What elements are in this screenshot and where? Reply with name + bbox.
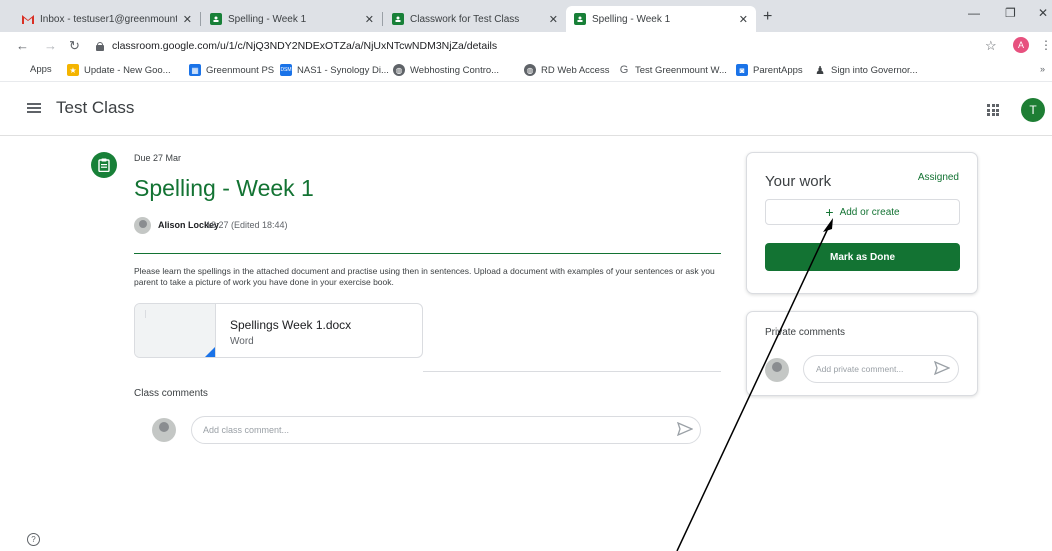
governor-icon: ♟: [815, 64, 825, 77]
plus-icon: +: [825, 204, 834, 220]
browser-toolbar: ← → ↻ classroom.google.com/u/1/c/NjQ3NDY…: [0, 32, 1052, 60]
add-or-create-label: Add or create: [839, 206, 900, 218]
assignment-icon: [91, 152, 117, 178]
attachment-card[interactable]: Spellings Week 1.docx Word: [134, 303, 423, 358]
tab-title: Classwork for Test Class: [410, 13, 520, 25]
parentapps-icon: ◙: [736, 64, 748, 76]
comments-divider: [423, 371, 721, 372]
apps-grid-icon: [14, 64, 25, 75]
assignment-title: Spelling - Week 1: [134, 175, 314, 201]
bookmark-update[interactable]: ★ Update - New Goo...: [67, 64, 171, 76]
bookmarks-overflow-icon[interactable]: »: [1040, 64, 1045, 74]
tab-classwork[interactable]: Classwork for Test Class ✕: [384, 6, 566, 32]
bookmark-label: Update - New Goo...: [84, 64, 171, 76]
send-icon[interactable]: [677, 422, 693, 436]
author-avatar: [134, 217, 151, 234]
close-icon[interactable]: ✕: [365, 13, 374, 26]
url-text: classroom.google.com/u/1/c/NjQ3NDY2NDExO…: [112, 40, 498, 52]
add-or-create-button[interactable]: + Add or create: [765, 199, 960, 225]
new-tab-plus-icon[interactable]: +: [763, 8, 772, 26]
attachment-filename: Spellings Week 1.docx: [230, 318, 352, 332]
class-comments-heading: Class comments: [134, 388, 208, 399]
bookmark-nas1[interactable]: DSM NAS1 - Synology Di...: [280, 64, 389, 76]
bookmark-label: RD Web Access: [541, 64, 610, 76]
hamburger-menu-icon[interactable]: [27, 103, 41, 113]
private-comments-heading: Private comments: [765, 327, 846, 338]
bookmark-label: ParentApps: [753, 64, 803, 76]
bookmark-label: Webhosting Contro...: [410, 64, 500, 76]
folder-star-icon: ★: [67, 64, 79, 76]
private-comments-card: Private comments Add private comment...: [746, 311, 978, 396]
help-icon[interactable]: ?: [27, 533, 40, 546]
forward-arrow-icon[interactable]: →: [44, 38, 57, 53]
tab-spelling-week-1[interactable]: Spelling - Week 1 ✕: [202, 6, 382, 32]
word-file-thumbnail: [135, 304, 216, 357]
globe-icon: ◍: [393, 64, 405, 76]
calendar-icon: ▦: [189, 64, 201, 76]
bookmark-label: Test Greenmount W...: [635, 64, 727, 76]
bookmark-test-greenmount[interactable]: G Test Greenmount W...: [618, 64, 727, 76]
globe-icon: ◍: [524, 64, 536, 76]
minimize-icon[interactable]: —: [968, 6, 980, 20]
tab-title: Spelling - Week 1: [228, 13, 307, 25]
your-work-card: Your work Assigned + Add or create Mark …: [746, 152, 978, 294]
close-icon[interactable]: ✕: [549, 13, 558, 26]
classroom-icon: [574, 13, 586, 25]
mark-as-done-button[interactable]: Mark as Done: [765, 243, 960, 271]
address-bar[interactable]: classroom.google.com/u/1/c/NjQ3NDY2NDExO…: [96, 36, 976, 56]
bookmark-label: Sign into Governor...: [831, 64, 918, 76]
tab-title: Inbox - testuser1@greenmount.: [40, 13, 177, 25]
close-icon[interactable]: ✕: [183, 13, 192, 26]
tab-separator: [200, 12, 201, 26]
commenter-avatar: [765, 358, 789, 382]
bookmark-label: Apps: [30, 64, 52, 75]
classroom-icon: [392, 13, 404, 25]
bookmark-greenmount[interactable]: ▦ Greenmount PS: [189, 64, 274, 76]
google-apps-icon[interactable]: [987, 104, 999, 116]
tab-inbox[interactable]: Inbox - testuser1@greenmount. ✕: [14, 6, 200, 32]
browser-tab-strip: Inbox - testuser1@greenmount. ✕ Spelling…: [0, 0, 1052, 32]
attachment-type: Word: [230, 336, 254, 347]
title-divider: [134, 253, 721, 254]
status-badge: Assigned: [917, 172, 959, 183]
posted-time: 18:27 (Edited 18:44): [206, 220, 288, 230]
synology-icon: DSM: [280, 64, 292, 76]
close-icon[interactable]: ✕: [739, 13, 748, 26]
reload-icon[interactable]: ↻: [69, 38, 80, 54]
class-name[interactable]: Test Class: [56, 98, 134, 118]
tab-title: Spelling - Week 1: [592, 13, 671, 25]
lock-icon: [96, 41, 104, 51]
assignment-description: Please learn the spellings in the attach…: [134, 266, 715, 287]
word-icon: [203, 347, 215, 357]
classroom-header: Test Class T: [0, 83, 1052, 136]
google-g-icon: G: [619, 64, 629, 76]
bookmark-parentapps[interactable]: ◙ ParentApps: [736, 64, 803, 76]
bookmark-label: Greenmount PS: [206, 64, 275, 76]
profile-avatar[interactable]: A: [1013, 37, 1029, 53]
bookmark-webhosting[interactable]: ◍ Webhosting Contro...: [393, 64, 499, 76]
class-comment-input[interactable]: Add class comment...: [191, 416, 701, 444]
your-work-title: Your work: [765, 173, 832, 190]
commenter-avatar: [152, 418, 176, 442]
window-close-icon[interactable]: ✕: [1038, 6, 1048, 20]
bookmark-label: NAS1 - Synology Di...: [297, 64, 389, 76]
browser-menu-icon[interactable]: ⋮: [1040, 38, 1052, 52]
gmail-icon: [22, 13, 34, 25]
classroom-icon: [210, 13, 222, 25]
bookmark-apps[interactable]: Apps: [14, 64, 52, 75]
user-avatar[interactable]: T: [1021, 98, 1045, 122]
back-arrow-icon[interactable]: ←: [16, 38, 29, 53]
due-date: Due 27 Mar: [134, 153, 182, 163]
bookmarks-bar: Apps ★ Update - New Goo... ▦ Greenmount …: [0, 60, 1052, 82]
bookmark-governor[interactable]: ♟ Sign into Governor...: [814, 64, 918, 77]
bookmark-rd-web-access[interactable]: ◍ RD Web Access: [524, 64, 609, 76]
bookmark-star-icon[interactable]: ☆: [985, 38, 997, 54]
tab-separator: [382, 12, 383, 26]
tab-spelling-week-1-active[interactable]: Spelling - Week 1 ✕: [566, 6, 756, 32]
restore-icon[interactable]: ❐: [1005, 6, 1016, 20]
send-icon[interactable]: [934, 361, 950, 375]
